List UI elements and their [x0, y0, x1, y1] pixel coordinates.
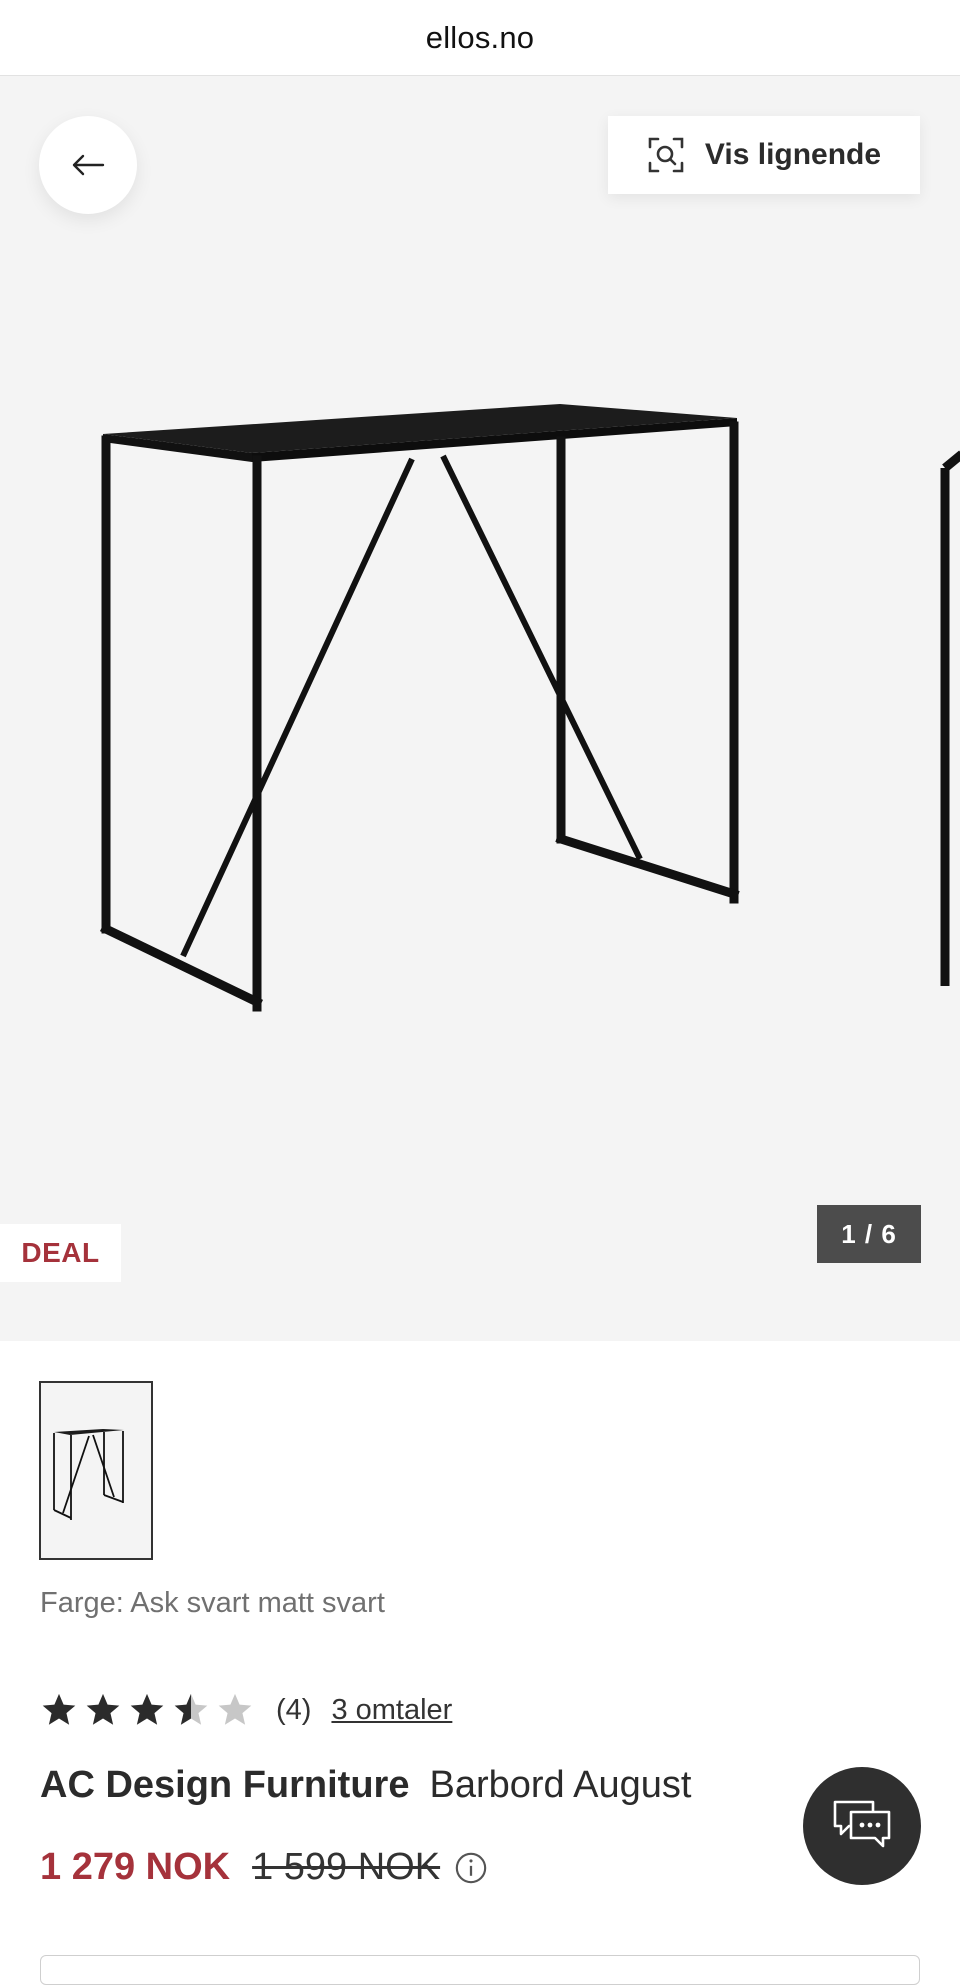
url-text: ellos.no [425, 19, 535, 55]
partial-bottom-element[interactable] [40, 1955, 920, 1985]
product-name: Barbord August [429, 1764, 692, 1806]
thumbnail-image-1[interactable] [39, 1381, 153, 1560]
star-rating [40, 1691, 254, 1729]
star-half-icon [174, 1693, 208, 1725]
deal-badge-text: DEAL [21, 1237, 100, 1268]
chat-button[interactable] [803, 1767, 921, 1885]
price-row: 1 279 NOK 1 599 NOK [40, 1846, 488, 1889]
rating-count: (4) [276, 1693, 312, 1726]
star-empty-icon [218, 1693, 252, 1725]
chat-icon [833, 1800, 891, 1848]
current-price: 1 279 NOK [40, 1846, 231, 1888]
product-image [99, 404, 960, 1012]
product-brand[interactable]: AC Design Furniture [40, 1764, 409, 1806]
arrow-left-icon [72, 154, 105, 176]
image-counter: 1 / 6 [817, 1205, 921, 1263]
show-similar-button[interactable]: Vis lignende [608, 116, 920, 194]
back-button[interactable] [39, 116, 137, 214]
star-icon [86, 1693, 120, 1725]
rating-row: (4) 3 omtaler [40, 1686, 452, 1734]
visual-search-icon [648, 137, 684, 173]
thumbnail-image [53, 1429, 124, 1520]
star-icon [42, 1693, 76, 1725]
price-info-button[interactable] [454, 1851, 488, 1885]
original-price: 1 599 NOK [252, 1846, 441, 1888]
product-image-gallery[interactable]: Vis lignende DEAL 1 / 6 [0, 76, 960, 1341]
show-similar-label: Vis lignende [704, 138, 882, 171]
deal-badge: DEAL [0, 1224, 121, 1282]
info-icon [455, 1852, 487, 1883]
reviews-link[interactable]: 3 omtaler [331, 1694, 452, 1727]
browser-url-bar[interactable]: ellos.no [0, 0, 960, 76]
product-title: AC Design Furniture Barbord August [40, 1764, 691, 1807]
color-label: Farge: Ask svart matt svart [40, 1587, 385, 1619]
star-icon [130, 1693, 164, 1725]
